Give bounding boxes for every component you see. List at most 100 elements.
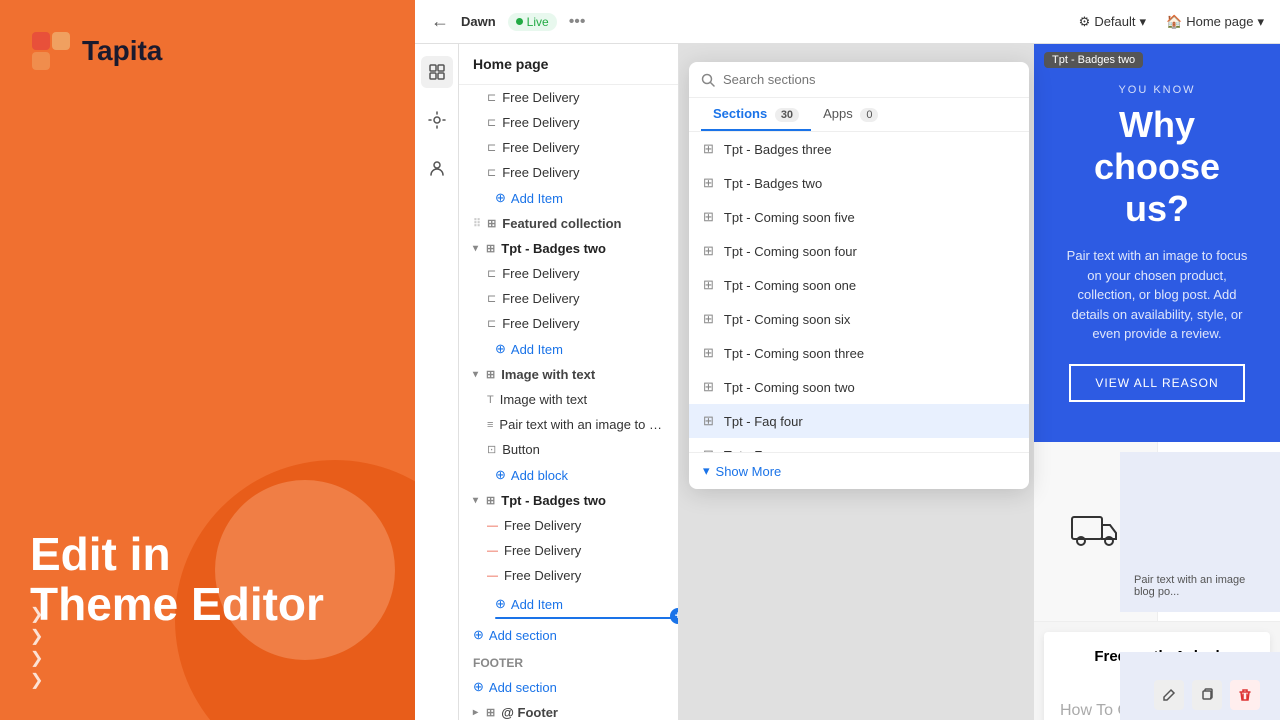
tree-item-free-delivery-4[interactable]: ⊏ Free Delivery [459, 160, 678, 185]
footer-divider: Footer [459, 648, 678, 674]
tagline-line1: Edit in [30, 529, 385, 580]
section-item-label: Tpt - Coming soon three [724, 346, 864, 361]
tree-item-free-delivery-2[interactable]: ⊏ Free Delivery [459, 110, 678, 135]
sidebar-nav-pages[interactable] [421, 56, 453, 88]
section-list-item-coming-soon-four[interactable]: ⊞ Tpt - Coming soon four [689, 234, 1029, 268]
tree-item-free-delivery-10[interactable]: — Free Delivery [459, 563, 678, 588]
add-item-line: ⊕ Add Item + [459, 588, 678, 622]
tree-item-label: Free Delivery [502, 140, 664, 155]
tree-section-image-with-text[interactable]: ▾ ⊞ Image with text [459, 362, 678, 387]
homepage-chevron-icon: ▾ [1257, 14, 1264, 30]
add-section-button-1[interactable]: ⊕ Add section [459, 622, 678, 648]
tree-section-badges-two-2[interactable]: ▾ ⊞ Tpt - Badges two [459, 488, 678, 513]
add-section-button-2[interactable]: ⊕ Add section [459, 674, 678, 700]
homepage-label: Home page [1186, 14, 1253, 29]
add-icon: ⊕ [495, 341, 506, 357]
delete-icon-button[interactable] [1230, 680, 1260, 710]
section-item-label: Tpt - Coming soon one [724, 278, 856, 293]
section-grid-icon: ⊞ [703, 345, 714, 361]
section-list-item-coming-soon-five[interactable]: ⊞ Tpt - Coming soon five [689, 200, 1029, 234]
tree-item-label: Button [502, 442, 664, 457]
default-label: Default [1094, 14, 1135, 29]
sidebar-nav-settings[interactable] [421, 104, 453, 136]
tree-item-icon: ⊏ [487, 166, 496, 179]
section-list-item-badges-three[interactable]: ⊞ Tpt - Badges three [689, 132, 1029, 166]
section-icon: ⊞ [486, 706, 495, 719]
add-item-button-2[interactable]: ⊕ Add Item [459, 336, 678, 362]
section-search-bar [689, 62, 1029, 98]
drop-indicator-circle: + [670, 608, 679, 624]
tree-item-free-delivery-8[interactable]: — Free Delivery [459, 513, 678, 538]
section-item-label: Tpt - Coming soon two [724, 380, 855, 395]
section-grid-icon: ⊞ [703, 379, 714, 395]
tree-item-image-with-text[interactable]: T Image with text [459, 387, 678, 412]
chevron-3: ❯ [30, 648, 43, 668]
tree-item-label: Free Delivery [502, 266, 664, 281]
section-search-dropdown: Sections 30 Apps 0 ⊞ Tpt - Badges three … [689, 62, 1029, 489]
section-list-item-faq-one[interactable]: ⊞ Tpt - Faq one [689, 438, 1029, 452]
tree-panel-title: Home page [459, 44, 678, 85]
caret-right-icon: ▸ [473, 707, 478, 718]
add-item-button-3[interactable]: ⊕ Add Item [459, 591, 678, 617]
section-list-item-coming-soon-one[interactable]: ⊞ Tpt - Coming soon one [689, 268, 1029, 302]
section-grid-icon: ⊞ [703, 175, 714, 191]
section-list-item-faq-four[interactable]: ⊞ Tpt - Faq four [689, 404, 1029, 438]
section-list-item-coming-soon-three[interactable]: ⊞ Tpt - Coming soon three [689, 336, 1029, 370]
copy-icon-button[interactable] [1192, 680, 1222, 710]
tree-item-icon: ⊏ [487, 267, 496, 280]
tagline-line2: Theme Editor [30, 579, 385, 630]
tree-section-badges-two-1[interactable]: ▾ ⊞ Tpt - Badges two [459, 236, 678, 261]
section-search-input[interactable] [723, 72, 1017, 87]
tree-item-free-delivery-3[interactable]: ⊏ Free Delivery [459, 135, 678, 160]
tree-item-label: Free Delivery [502, 165, 664, 180]
more-options-button[interactable]: ••• [569, 13, 586, 31]
default-selector[interactable]: ⚙ Default ▾ [1079, 14, 1146, 30]
right-card-1-label: Pair text with an image blog po... [1134, 574, 1266, 598]
live-label: Live [527, 15, 549, 29]
live-badge: Live [508, 13, 557, 31]
brand-tagline: Edit in Theme Editor [30, 529, 385, 630]
homepage-icon: 🏠 [1166, 14, 1182, 30]
section-icon: ⊞ [486, 494, 495, 507]
logo-text: Tapita [82, 35, 162, 67]
section-item-label: Tpt - Coming soon four [724, 244, 857, 259]
back-button[interactable]: ← [431, 11, 449, 32]
section-list-item-badges-two[interactable]: ⊞ Tpt - Badges two [689, 166, 1029, 200]
section-grid-icon: ⊞ [703, 413, 714, 429]
tree-item-free-delivery-5[interactable]: ⊏ Free Delivery [459, 261, 678, 286]
tree-item-free-delivery-7[interactable]: ⊏ Free Delivery [459, 311, 678, 336]
text-icon: ≡ [487, 419, 493, 431]
tab-apps[interactable]: Apps 0 [811, 98, 890, 131]
tree-item-label: Free Delivery [504, 568, 664, 583]
tab-sections[interactable]: Sections 30 [701, 98, 811, 131]
tree-item-button[interactable]: ⊡ Button [459, 437, 678, 462]
app-area: ← Dawn Live ••• ⚙ Default ▾ 🏠 Home page … [415, 0, 1280, 720]
edit-icon-button[interactable] [1154, 680, 1184, 710]
show-more-button[interactable]: ▾ Show More [689, 452, 1029, 489]
logo: Tapita [30, 30, 385, 72]
caret-down-icon: ▾ [473, 369, 478, 380]
section-grid-icon: ⊞ [703, 277, 714, 293]
tree-item-free-delivery-6[interactable]: ⊏ Free Delivery [459, 286, 678, 311]
tree-item-free-delivery-1[interactable]: ⊏ Free Delivery [459, 85, 678, 110]
homepage-selector[interactable]: 🏠 Home page ▾ [1166, 14, 1264, 30]
section-label: Tpt - Badges two [501, 241, 664, 256]
tree-item-icon: — [487, 520, 498, 532]
tree-item-pair-text[interactable]: ≡ Pair text with an image to focu... [459, 412, 678, 437]
add-block-button[interactable]: ⊕ Add block [459, 462, 678, 488]
sidebar-nav-people[interactable] [421, 152, 453, 184]
topbar: ← Dawn Live ••• ⚙ Default ▾ 🏠 Home page … [415, 0, 1280, 44]
tree-item-free-delivery-9[interactable]: — Free Delivery [459, 538, 678, 563]
section-list-item-coming-soon-two[interactable]: ⊞ Tpt - Coming soon two [689, 370, 1029, 404]
content-area: Home page ⊏ Free Delivery ⊏ Free Deliver… [415, 44, 1280, 720]
section-list-item-coming-soon-six[interactable]: ⊞ Tpt - Coming soon six [689, 302, 1029, 336]
add-item-button-1[interactable]: ⊕ Add Item [459, 185, 678, 211]
add-item-label: Add Item [511, 597, 563, 612]
section-item-label: Tpt - Badges two [724, 176, 822, 191]
hero-cta-button[interactable]: VIEW ALL REASON [1069, 364, 1244, 402]
tree-section-featured[interactable]: ⠿ ⊞ Featured collection [459, 211, 678, 236]
section-icon: ⊞ [486, 242, 495, 255]
add-icon: ⊕ [473, 679, 484, 695]
section-label: Image with text [501, 367, 664, 382]
tree-section-footer[interactable]: ▸ ⊞ @ Footer [459, 700, 678, 720]
